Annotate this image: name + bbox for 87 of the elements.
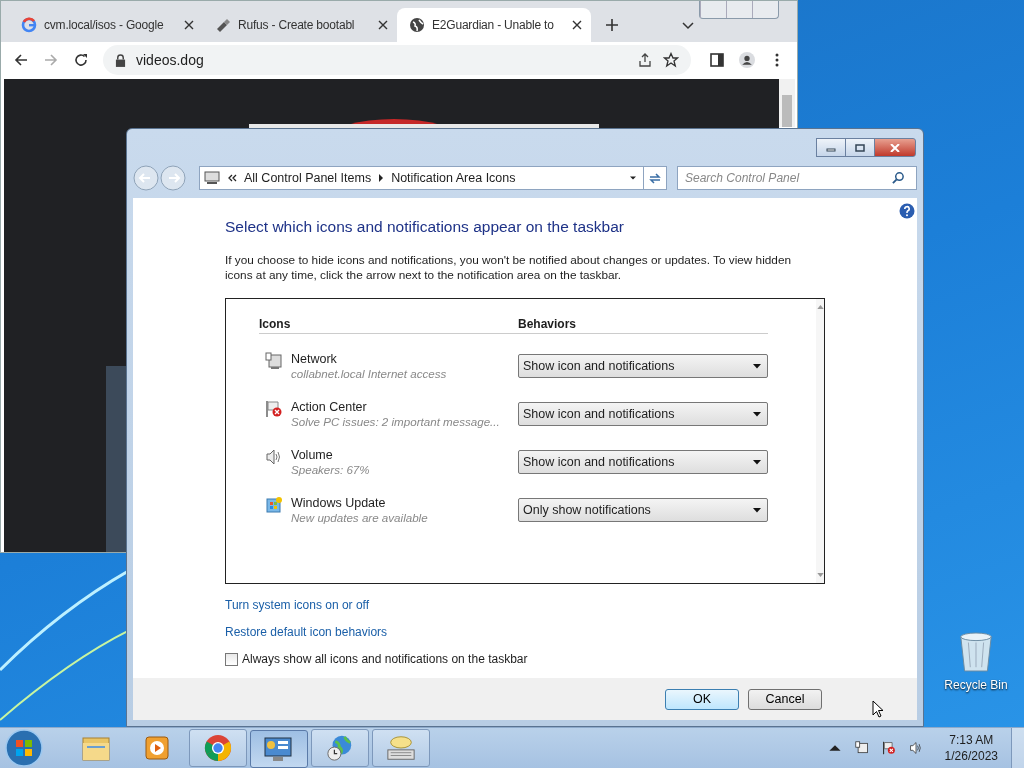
caret-icon [753, 459, 761, 465]
breadcrumb-item[interactable]: All Control Panel Items [244, 171, 372, 185]
maximize-button[interactable] [845, 138, 875, 157]
recycle-bin-icon[interactable] [957, 630, 995, 674]
back-forward-buttons[interactable] [133, 165, 189, 191]
scroll-down-icon[interactable] [816, 573, 824, 577]
mouse-cursor-icon [872, 700, 884, 718]
folder-icon [81, 734, 111, 762]
item-status: Solve PC issues: 2 important message... [291, 415, 501, 428]
behavior-dropdown[interactable]: Only show notifications [518, 498, 768, 522]
close-icon [890, 143, 900, 152]
minimize-button[interactable] [816, 138, 846, 157]
scroll-up-icon[interactable] [816, 305, 824, 309]
column-header: Icons [259, 317, 292, 331]
checkbox[interactable] [225, 652, 238, 666]
google-icon [21, 16, 37, 33]
speaker-icon[interactable] [908, 741, 923, 755]
profile-icon[interactable] [739, 52, 755, 69]
address-bar[interactable]: All Control Panel Items Notification Area Icons [199, 166, 667, 190]
start-button[interactable] [4, 728, 44, 768]
browser-tab[interactable]: Rufus - Create bootabl [203, 7, 397, 42]
clock-date[interactable]: 1/26/2023 [944, 748, 998, 764]
new-tab-icon[interactable] [605, 17, 619, 32]
close-tab-icon[interactable] [377, 18, 389, 31]
help-icon[interactable] [899, 203, 915, 219]
behavior-dropdown[interactable]: Show icon and notifications [518, 402, 768, 426]
scrollbar[interactable] [779, 79, 795, 127]
dropdown-icon[interactable] [630, 174, 636, 182]
chrome-icon [203, 734, 233, 762]
reload-icon[interactable] [73, 52, 89, 69]
scrollbar[interactable] [816, 299, 824, 583]
column-header: Behaviors [518, 317, 577, 331]
computer-icon [204, 171, 220, 185]
usb-drive-icon [215, 16, 231, 33]
ok-button[interactable]: OK [665, 688, 739, 710]
behavior-dropdown[interactable]: Show icon and notifications [518, 450, 768, 474]
separator-icon [378, 174, 385, 182]
description-text: If you choose to hide icons and notifications, you won't be notified about changes or updates. To view hidden icons at any time, click the arrow next to the notification area on the taskbar. [225, 253, 793, 283]
taskbar-button[interactable] [189, 729, 247, 767]
link[interactable]: Restore default icon behaviors [225, 625, 388, 639]
close-tab-icon[interactable] [183, 18, 195, 31]
flag-error-icon[interactable] [881, 741, 896, 755]
network-icon [265, 352, 283, 370]
keyboard-icon [386, 734, 416, 762]
item-status: collabnet.local Internet access [291, 367, 448, 380]
tab-title: cvm.local/isos - Google [44, 17, 165, 32]
network-icon[interactable] [854, 741, 869, 755]
globe-icon [409, 16, 425, 33]
refresh-icon [648, 171, 662, 185]
item-name: Volume [291, 448, 334, 462]
maximize-icon [855, 143, 865, 152]
cancel-button[interactable]: Cancel [748, 688, 822, 710]
link[interactable]: Turn system icons on or off [225, 598, 370, 612]
item-status: Speakers: 67% [291, 463, 371, 476]
media-player-icon [142, 734, 172, 762]
lock-icon [115, 53, 126, 67]
side-panel-icon[interactable] [709, 52, 725, 69]
item-name: Network [291, 352, 338, 366]
behavior-dropdown[interactable]: Show icon and notifications [518, 354, 768, 378]
tab-title: E2Guardian - Unable to [432, 17, 555, 32]
search-icon[interactable] [892, 171, 905, 184]
close-tab-icon[interactable] [571, 18, 583, 31]
speaker-icon [265, 448, 283, 466]
checkbox-label[interactable]: Always show all icons and notifications on the taskbar [242, 652, 528, 666]
caret-icon [753, 411, 761, 417]
browser-tab[interactable]: E2Guardian - Unable to [397, 7, 591, 42]
share-icon[interactable] [637, 52, 653, 69]
taskbar-button[interactable] [311, 729, 369, 767]
breadcrumb-item[interactable]: Notification Area Icons [391, 171, 516, 185]
item-status: New updates are available [291, 511, 429, 524]
close-button[interactable] [874, 138, 916, 157]
address-bar[interactable]: videos.dog [103, 45, 691, 76]
star-icon[interactable] [663, 52, 679, 69]
caret-icon [753, 363, 761, 369]
caret-icon [753, 507, 761, 513]
item-name: Action Center [291, 400, 368, 414]
browser-tab[interactable]: cvm.local/isos - Google [9, 7, 203, 42]
item-name: Windows Update [291, 496, 387, 510]
flag-error-icon [265, 400, 283, 418]
tab-title: Rufus - Create bootabl [238, 17, 356, 32]
control-panel-icon [263, 735, 293, 763]
windows-update-icon [265, 496, 283, 514]
clock-time[interactable]: 7:13 AM [949, 732, 994, 748]
search-field[interactable]: Search Control Panel [677, 166, 917, 190]
chevron-icon [227, 174, 237, 182]
page-heading: Select which icons and notifications appear on the taskbar [225, 218, 624, 236]
taskbar-button[interactable] [250, 730, 308, 768]
